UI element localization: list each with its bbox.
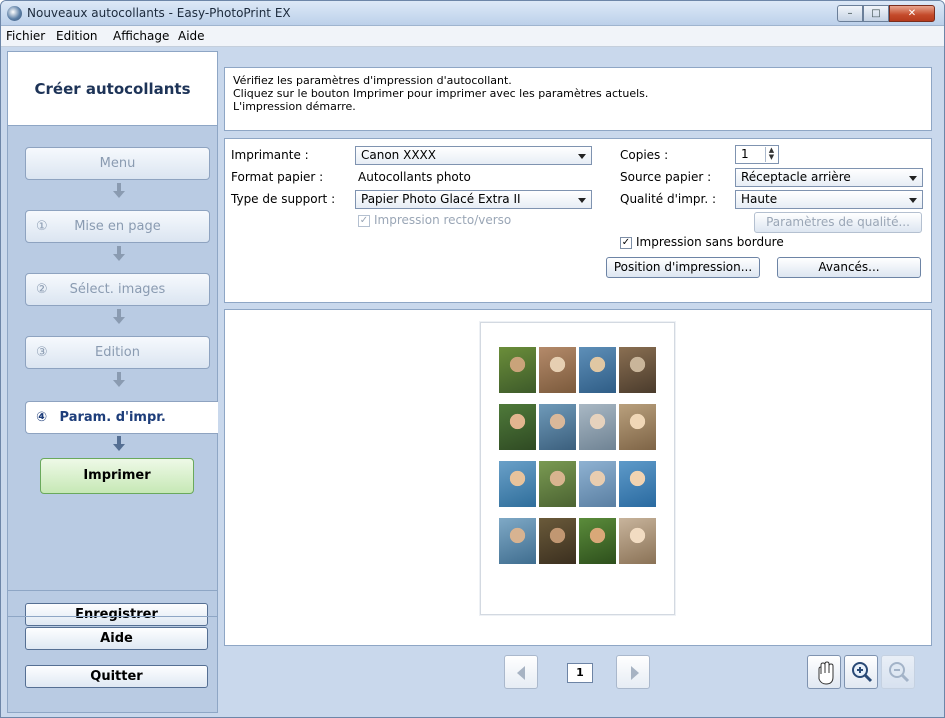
zoom-out-button[interactable] <box>881 655 915 689</box>
copies-value: 1 <box>741 147 749 161</box>
printer-dropdown[interactable]: Canon XXXX <box>355 146 592 165</box>
menu-aide[interactable]: Aide <box>178 29 205 43</box>
down-arrow-icon <box>113 183 125 199</box>
advanced-button[interactable]: Avancés... <box>777 257 921 278</box>
paper-format-label: Format papier : <box>231 170 324 184</box>
sticker-thumbnail <box>539 347 576 393</box>
quit-button[interactable]: Quitter <box>25 665 208 688</box>
borderless-label: Impression sans bordure <box>636 235 784 249</box>
step-label: Sélect. images <box>69 282 166 297</box>
instruction-line: Cliquez sur le bouton Imprimer pour impr… <box>233 87 649 100</box>
sticker-thumbnail <box>539 404 576 450</box>
instructions-panel: Vérifiez les paramètres d'impression d'a… <box>224 67 932 131</box>
sticker-thumbnail <box>499 347 536 393</box>
paper-source-label: Source papier : <box>620 170 712 184</box>
sidebar-divider <box>8 616 217 617</box>
duplex-label: Impression recto/verso <box>374 213 512 227</box>
sticker-thumbnail <box>499 518 536 564</box>
chevron-down-icon <box>578 198 586 203</box>
step-label: Menu <box>99 156 136 171</box>
zoom-out-icon <box>889 662 910 683</box>
media-type-value: Papier Photo Glacé Extra II <box>361 192 521 206</box>
right-arrow-icon <box>631 666 639 680</box>
quality-settings-button[interactable]: Paramètres de qualité... <box>754 212 922 233</box>
step-label: Mise en page <box>74 219 161 234</box>
duplex-checkbox[interactable]: ✓ <box>358 215 370 227</box>
step-mise-en-page-button[interactable]: ① Mise en page <box>25 210 210 243</box>
media-type-label: Type de support : <box>231 192 336 206</box>
print-quality-label: Qualité d'impr. : <box>620 192 717 206</box>
print-position-button[interactable]: Position d'impression... <box>606 257 760 278</box>
page-number: 1 <box>567 663 593 683</box>
zoom-in-icon <box>852 662 873 683</box>
spinner-arrows-icon[interactable]: ▲ ▼ <box>765 147 777 162</box>
hand-tool-button[interactable] <box>807 655 841 689</box>
sticker-thumbnail <box>619 518 656 564</box>
sticker-thumbnail <box>619 404 656 450</box>
paper-format-value: Autocollants photo <box>358 170 471 184</box>
instruction-line: Vérifiez les paramètres d'impression d'a… <box>233 74 512 87</box>
menu-bar: Fichier Edition Affichage Aide <box>1 26 944 47</box>
step-number: ④ <box>36 410 48 425</box>
down-arrow-icon <box>113 246 125 262</box>
menu-fichier[interactable]: Fichier <box>6 29 45 43</box>
chevron-down-icon <box>909 176 917 181</box>
media-type-dropdown[interactable]: Papier Photo Glacé Extra II <box>355 190 592 209</box>
paper-source-value: Réceptacle arrière <box>741 170 851 184</box>
menu-edition[interactable]: Edition <box>56 29 98 43</box>
title-bar: Nouveaux autocollants - Easy-PhotoPrint … <box>1 1 944 26</box>
borderless-checkbox[interactable]: ✓ <box>620 237 632 249</box>
sticker-thumbnail <box>579 518 616 564</box>
preview-toolbar: 1 <box>224 653 932 697</box>
previous-page-button[interactable] <box>504 655 538 689</box>
preview-page <box>480 322 675 615</box>
chevron-down-icon <box>578 154 586 159</box>
sticker-thumbnail <box>619 347 656 393</box>
down-arrow-icon <box>113 309 125 325</box>
instruction-line: L'impression démarre. <box>233 100 356 113</box>
sidebar: Créer autocollants Menu ① Mise en page ②… <box>7 51 218 713</box>
app-icon <box>7 6 22 21</box>
down-arrow-icon <box>113 436 125 452</box>
maximize-button[interactable]: □ <box>863 5 889 22</box>
left-arrow-icon <box>517 666 525 680</box>
copies-label: Copies : <box>620 148 669 162</box>
minimize-button[interactable]: – <box>837 5 863 22</box>
close-button[interactable]: ✕ <box>889 5 935 22</box>
down-arrow-icon <box>113 372 125 388</box>
printer-value: Canon XXXX <box>361 148 436 162</box>
step-select-images-button[interactable]: ② Sélect. images <box>25 273 210 306</box>
copies-stepper[interactable]: 1 ▲ ▼ <box>735 145 779 164</box>
step-label: Param. d'impr. <box>59 410 166 425</box>
zoom-in-button[interactable] <box>844 655 878 689</box>
sticker-thumbnail <box>499 404 536 450</box>
step-label: Edition <box>95 345 140 360</box>
sidebar-divider <box>8 590 217 591</box>
sticker-thumbnail <box>619 461 656 507</box>
step-menu-button[interactable]: Menu <box>25 147 210 180</box>
hand-icon <box>818 661 834 685</box>
print-button[interactable]: Imprimer <box>40 458 194 494</box>
sticker-thumbnail <box>539 461 576 507</box>
print-settings-panel: Imprimante : Canon XXXX Format papier : … <box>224 138 932 303</box>
window-title: Nouveaux autocollants - Easy-PhotoPrint … <box>27 6 291 20</box>
print-quality-dropdown[interactable]: Haute <box>735 190 923 209</box>
chevron-down-icon <box>909 198 917 203</box>
paper-source-dropdown[interactable]: Réceptacle arrière <box>735 168 923 187</box>
sticker-thumbnail <box>539 518 576 564</box>
app-window: Nouveaux autocollants - Easy-PhotoPrint … <box>0 0 945 718</box>
help-button[interactable]: Aide <box>25 627 208 650</box>
step-edition-button[interactable]: ③ Edition <box>25 336 210 369</box>
sticker-thumbnail <box>579 461 616 507</box>
sticker-thumbnail <box>499 461 536 507</box>
printer-label: Imprimante : <box>231 148 309 162</box>
print-preview-panel <box>224 309 932 646</box>
step-param-impr-active[interactable]: ④ Param. d'impr. <box>25 401 218 434</box>
next-page-button[interactable] <box>616 655 650 689</box>
print-quality-value: Haute <box>741 192 778 206</box>
sticker-thumbnail <box>579 404 616 450</box>
menu-affichage[interactable]: Affichage <box>113 29 169 43</box>
sticker-thumbnail <box>579 347 616 393</box>
sidebar-title: Créer autocollants <box>8 52 217 126</box>
